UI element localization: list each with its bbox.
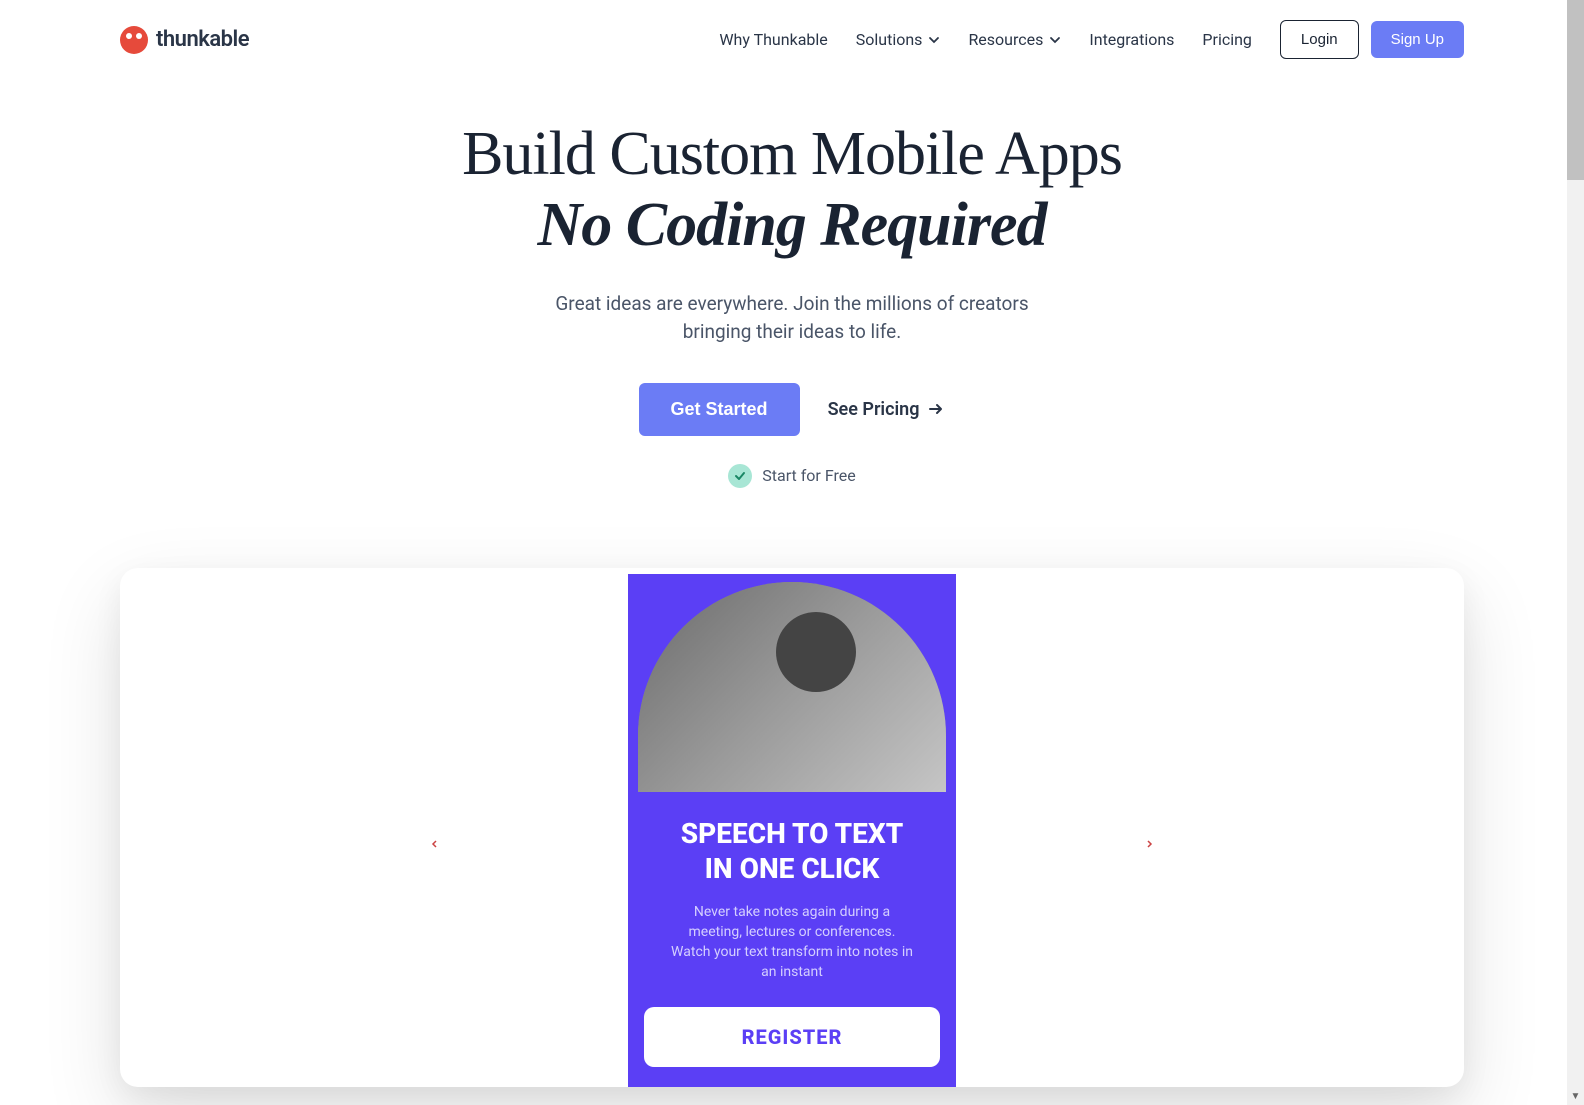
hero-actions: Get Started See Pricing xyxy=(20,383,1564,436)
arrow-right-icon xyxy=(927,400,945,418)
phone-title: SPEECH TO TEXT IN ONE CLICK xyxy=(648,816,936,886)
start-free-label: Start for Free xyxy=(762,466,855,485)
hero-title-line2: No Coding Required xyxy=(537,191,1046,259)
nav-link-label: Pricing xyxy=(1202,30,1252,49)
hero-title-line1: Build Custom Mobile Apps xyxy=(462,120,1122,188)
see-pricing-label: See Pricing xyxy=(828,399,920,420)
see-pricing-link[interactable]: See Pricing xyxy=(828,399,946,420)
hero-title: Build Custom Mobile Apps No Coding Requi… xyxy=(20,119,1564,262)
login-button[interactable]: Login xyxy=(1280,20,1359,59)
person-photo-placeholder xyxy=(638,582,946,792)
phone-description: Never take notes again during a meeting,… xyxy=(668,902,916,983)
nav-link-solutions[interactable]: Solutions xyxy=(856,30,941,49)
hero-subtitle: Great ideas are everywhere. Join the mil… xyxy=(542,290,1042,347)
nav-link-label: Why Thunkable xyxy=(719,30,827,49)
nav-link-resources[interactable]: Resources xyxy=(968,30,1061,49)
chevron-down-icon xyxy=(1049,34,1061,46)
hero-section: Build Custom Mobile Apps No Coding Requi… xyxy=(0,79,1584,518)
scrollbar-down-arrow-icon[interactable]: ▼ xyxy=(1567,1088,1584,1105)
image-arch-frame xyxy=(638,582,946,792)
phone-mockup: SPEECH TO TEXT IN ONE CLICK Never take n… xyxy=(628,574,956,1087)
phone-title-line1: SPEECH TO TEXT xyxy=(681,817,903,850)
chevron-down-icon xyxy=(928,34,940,46)
nav-links-group: Why Thunkable Solutions Resources Integr… xyxy=(719,20,1464,59)
check-badge-icon xyxy=(728,464,752,488)
vertical-scrollbar[interactable]: ▲ ▼ xyxy=(1567,0,1584,1105)
phone-title-line2: IN ONE CLICK xyxy=(705,852,880,885)
nav-link-integrations[interactable]: Integrations xyxy=(1089,30,1174,49)
logo[interactable]: thunkable xyxy=(120,26,249,54)
brand-name: thunkable xyxy=(156,27,249,52)
nav-link-label: Integrations xyxy=(1089,30,1174,49)
demo-showcase-card: SPEECH TO TEXT IN ONE CLICK Never take n… xyxy=(120,568,1464,1087)
phone-hero-image xyxy=(628,574,956,792)
nav-link-why[interactable]: Why Thunkable xyxy=(719,30,827,49)
nav-link-label: Solutions xyxy=(856,30,923,49)
logo-icon xyxy=(120,26,148,54)
chevron-right-icon xyxy=(1144,839,1154,849)
nav-link-label: Resources xyxy=(968,30,1043,49)
scrollbar-thumb[interactable] xyxy=(1567,0,1584,180)
phone-register-button[interactable]: REGISTER xyxy=(644,1007,940,1067)
carousel-prev-button[interactable] xyxy=(420,827,450,863)
start-free-badge: Start for Free xyxy=(20,464,1564,488)
check-icon xyxy=(733,469,747,483)
get-started-button[interactable]: Get Started xyxy=(639,383,800,436)
nav-actions: Login Sign Up xyxy=(1280,20,1464,59)
carousel-next-button[interactable] xyxy=(1134,827,1164,863)
top-nav: thunkable Why Thunkable Solutions Resour… xyxy=(0,0,1584,79)
signup-button[interactable]: Sign Up xyxy=(1371,21,1464,58)
chevron-left-icon xyxy=(430,839,440,849)
nav-link-pricing[interactable]: Pricing xyxy=(1202,30,1252,49)
